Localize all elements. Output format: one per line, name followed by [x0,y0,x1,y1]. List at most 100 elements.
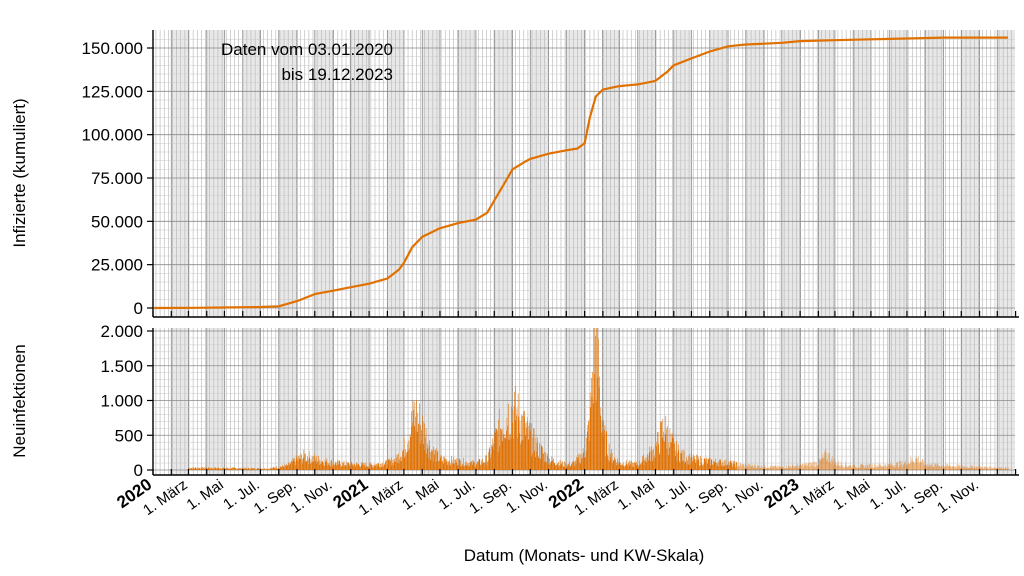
daily-new-infections-bar [566,467,568,470]
daily-new-infections-bar [875,468,876,470]
daily-new-infections-bar [907,463,909,470]
daily-new-infections-bar [828,453,830,470]
daily-new-infections-bar [750,466,752,470]
month-shade-band [709,30,729,317]
daily-new-infections-bar [594,328,596,470]
daily-new-infections-bar [482,458,484,470]
daily-new-infections-bar [197,467,199,470]
daily-new-infections-bar [912,462,914,470]
daily-new-infections-bar [193,467,194,470]
daily-new-infections-bar [676,461,678,470]
daily-new-infections-bar [788,466,790,470]
daily-new-infections-bar [284,464,286,470]
daily-new-infections-bar [429,440,430,470]
daily-new-infections-bar [249,469,251,470]
daily-new-infections-bar [962,467,964,470]
daily-new-infections-bar [230,468,231,470]
x-month-label: 1. Sep. [897,476,946,517]
daily-new-infections-bar [700,456,701,470]
daily-new-infections-bar [247,469,249,470]
daily-new-infections-bar [644,459,645,470]
daily-new-infections-bar [251,468,252,470]
daily-new-infections-bar [989,468,991,470]
daily-new-infections-bar [372,467,373,470]
daily-new-infections-bar [345,465,347,470]
daily-new-infections-bar [603,420,605,470]
daily-new-infections-bar [581,454,583,470]
daily-new-infections-bar [796,465,798,470]
daily-new-infections-bar [680,453,681,470]
daily-new-infections-bar [690,457,691,470]
daily-new-infections-bar [753,467,755,470]
daily-new-infections-bar [702,465,704,470]
daily-new-infections-bar [887,463,889,470]
daily-new-infections-bar [711,459,713,470]
daily-new-infections-bar [457,465,458,470]
daily-new-infections-bar [318,456,319,470]
daily-new-infections-bar [640,463,641,470]
daily-new-infections-bar [929,463,930,470]
daily-new-infections-bar [538,455,540,470]
daily-new-infections-bar [369,462,371,470]
daily-new-infections-bar [710,459,712,470]
daily-new-infections-bar [233,467,234,470]
daily-new-infections-bar [709,457,711,470]
daily-new-infections-bar [784,468,786,470]
daily-new-infections-bar [977,468,978,470]
daily-new-infections-bar [779,467,781,470]
daily-new-infections-bar [222,467,224,470]
x-month-label: 1. Mai [399,476,442,513]
daily-new-infections-bar [859,467,860,470]
daily-new-infections-bar [397,454,399,470]
daily-new-infections-bar [607,456,609,470]
daily-new-infections-bar [366,465,367,470]
daily-new-infections-bar [669,428,671,470]
daily-new-infections-bar [807,463,809,470]
daily-new-infections-bar [527,416,528,470]
daily-new-infections-bar [707,463,708,470]
daily-new-infections-bar [868,463,870,470]
daily-new-infections-bar [777,465,779,470]
daily-new-infections-bar [292,462,293,470]
daily-new-infections-bar [997,468,999,470]
daily-new-infections-bar [476,463,478,470]
daily-new-infections-bar [964,466,965,470]
daily-new-infections-bar [354,466,356,470]
daily-new-infections-bar [983,466,985,470]
daily-new-infections-bar [266,468,267,470]
daily-new-infections-bar [904,462,905,470]
daily-new-infections-bar [741,466,743,470]
daily-new-infections-bar [428,446,430,470]
y-tick-label: 0 [134,299,143,318]
daily-new-infections-bar [243,468,244,470]
daily-new-infections-bar [320,460,322,470]
daily-new-infections-bar [577,454,579,470]
daily-new-infections-bar [222,468,223,470]
daily-new-infections-bar [548,462,550,470]
daily-new-infections-bar [252,468,253,470]
daily-new-infections-bar [403,449,404,470]
daily-new-infections-bar [390,457,392,470]
daily-new-infections-bar [643,454,644,470]
daily-new-infections-bar [793,465,794,470]
daily-new-infections-bar [328,464,329,470]
daily-new-infections-bar [726,464,728,470]
daily-new-infections-bar [268,468,270,470]
daily-new-infections-bar [664,433,666,470]
daily-new-infections-bar [954,467,955,470]
daily-new-infections-bar [379,467,381,470]
daily-new-infections-bar [480,464,481,470]
daily-new-infections-bar [778,465,780,470]
daily-new-infections-bar [347,463,348,470]
daily-new-infections-bar [967,467,969,470]
daily-new-infections-bar [786,468,788,470]
daily-new-infections-bar [653,448,654,470]
daily-new-infections-bar [871,467,873,470]
daily-new-infections-bar [808,461,810,470]
daily-new-infections-bar [611,449,612,470]
daily-new-infections-bar [700,463,702,470]
daily-new-infections-bar [332,462,334,470]
daily-new-infections-bar [917,462,919,470]
daily-new-infections-bar [517,437,518,470]
daily-new-infections-bar [673,442,675,470]
